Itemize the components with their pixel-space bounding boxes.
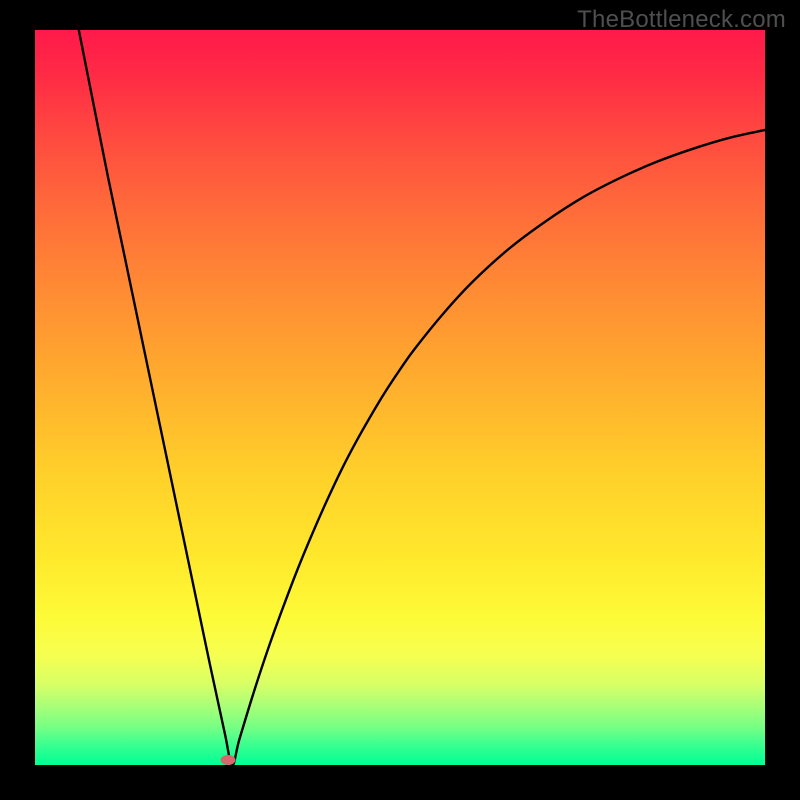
optimum-marker [221, 755, 236, 765]
plot-area [35, 30, 765, 765]
chart-frame: TheBottleneck.com [0, 0, 800, 800]
bottleneck-curve [35, 30, 765, 765]
